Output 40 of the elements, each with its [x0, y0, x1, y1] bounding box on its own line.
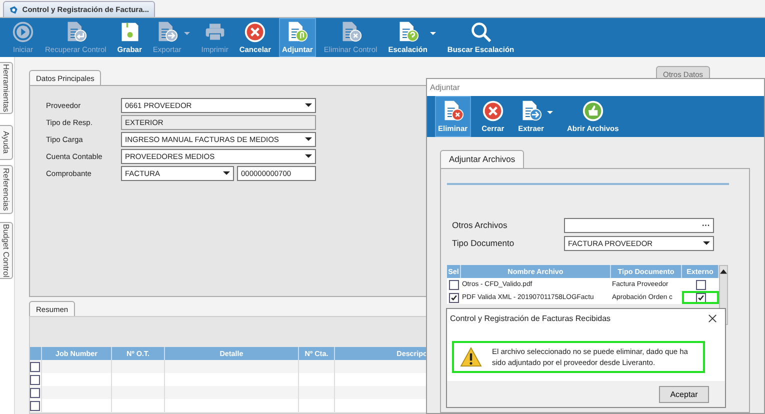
side-tab[interactable]: Budget Control: [0, 222, 13, 279]
checkbox[interactable]: [30, 374, 40, 384]
dropdown-arrow-icon[interactable]: [305, 137, 312, 142]
document-export-icon: [520, 100, 542, 122]
caret-icon[interactable]: [546, 110, 553, 114]
accept-button[interactable]: Aceptar: [659, 386, 709, 402]
cancel-icon: [244, 21, 266, 43]
checkbox[interactable]: [696, 280, 706, 290]
app-icon: [9, 4, 18, 14]
side-tab[interactable]: Referencias: [0, 165, 13, 214]
side-tab[interactable]: Ayuda: [0, 125, 13, 160]
dropdown-arrow-icon[interactable]: [305, 103, 312, 108]
warning-icon: [460, 347, 482, 367]
dropdown-arrow-icon[interactable]: [223, 171, 230, 176]
checkbox[interactable]: [30, 400, 40, 410]
field-label: Otros Archivos: [451, 220, 508, 230]
checkbox[interactable]: [30, 388, 40, 398]
play-icon: [12, 21, 34, 43]
cancel-icon: [482, 100, 504, 122]
window-title: Control y Registración de Facturas Recibidas: [450, 314, 611, 322]
checkbox[interactable]: [449, 292, 459, 302]
scroll-up-arrow-icon[interactable]: [720, 269, 727, 274]
window-title: Adjuntar: [430, 83, 460, 92]
close-icon[interactable]: [708, 314, 717, 322]
checkbox[interactable]: [449, 280, 459, 290]
panel-tab[interactable]: Adjuntar Archivos: [440, 150, 524, 168]
browse-button[interactable]: ···: [702, 220, 710, 230]
document-export-icon: [156, 21, 178, 43]
thumbs-up-icon: [582, 100, 604, 122]
dropdown-arrow-icon[interactable]: [305, 154, 312, 159]
file-field[interactable]: ···: [564, 218, 714, 232]
document-clip-icon: [286, 21, 308, 43]
printer-icon: [204, 21, 226, 43]
checkbox[interactable]: [696, 292, 706, 302]
caret-icon[interactable]: [430, 32, 436, 36]
dropdown-arrow-icon[interactable]: [703, 240, 710, 246]
side-tab[interactable]: Herramientas: [0, 62, 13, 114]
checkbox[interactable]: [30, 362, 40, 372]
field-label: Tipo Documento: [451, 238, 516, 248]
search-icon: [470, 21, 492, 43]
